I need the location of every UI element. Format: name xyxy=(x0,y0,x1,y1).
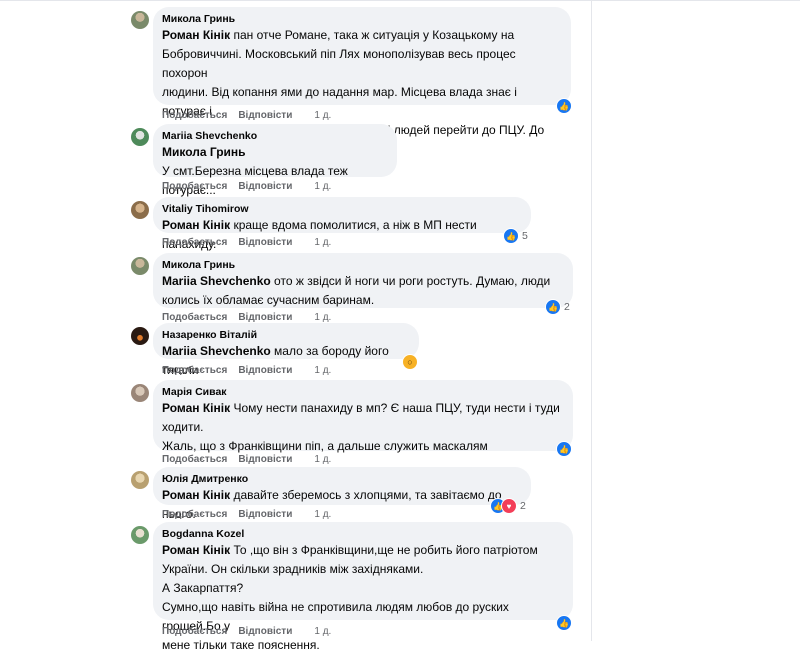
comment-actions: Подобається Відповісти 1 д. xyxy=(162,312,331,323)
like-button[interactable]: Подобається xyxy=(162,110,227,121)
avatar[interactable] xyxy=(131,201,149,219)
comment-author[interactable]: Марія Сивак xyxy=(162,386,563,399)
timestamp[interactable]: 1 д. xyxy=(314,110,331,121)
like-button[interactable]: Подобається xyxy=(162,237,227,248)
reply-button[interactable]: Відповісти xyxy=(238,454,292,465)
comment-bubble: Назаренко Віталій Mariia Shevchenko мало… xyxy=(153,323,419,377)
comment-bubble: Bogdanna Kozel Роман Кінік То ,що він з … xyxy=(153,522,573,652)
comment-author[interactable]: Назаренко Віталій xyxy=(162,329,409,342)
mention-link[interactable]: Роман Кінік xyxy=(162,218,230,232)
reaction-count: 2 xyxy=(564,301,570,313)
right-divider xyxy=(591,0,592,641)
avatar[interactable] xyxy=(131,327,149,345)
comment-actions: Подобається Відповісти 1 д. xyxy=(162,454,331,465)
like-button[interactable]: Подобається xyxy=(162,181,227,192)
comment-author[interactable]: Bogdanna Kozel xyxy=(162,528,563,541)
avatar[interactable] xyxy=(131,471,149,489)
comment-author[interactable]: Mariia Shevchenko xyxy=(162,130,387,143)
like-button[interactable]: Подобається xyxy=(162,365,227,376)
mention-link[interactable]: Роман Кінік xyxy=(162,28,230,42)
like-reaction-icon: 👍 xyxy=(545,299,561,315)
top-divider xyxy=(0,0,800,1)
reaction-summary[interactable]: 👍 ♥ 2 xyxy=(490,498,526,514)
love-reaction-icon: ♥ xyxy=(501,498,517,514)
reply-button[interactable]: Відповісти xyxy=(238,110,292,121)
comment-author[interactable]: Микола Гринь xyxy=(162,259,563,272)
reaction-summary[interactable]: 👍 xyxy=(556,98,572,114)
reaction-summary[interactable]: 👍 2 xyxy=(545,299,570,315)
comment-bubble: Марія Сивак Роман Кінік Чому нести панах… xyxy=(153,380,573,453)
like-reaction-icon: 👍 xyxy=(556,98,572,114)
comment-text: Роман Кінік То ,що він з Франківщини,ще … xyxy=(162,543,538,557)
reply-button[interactable]: Відповісти xyxy=(238,365,292,376)
mention-link[interactable]: Mariia Shevchenko xyxy=(162,344,271,358)
comment-line: А Закарпаття? xyxy=(162,581,244,595)
reply-button[interactable]: Відповісти xyxy=(238,509,292,520)
reaction-summary[interactable]: 👍 xyxy=(556,615,572,631)
like-button[interactable]: Подобається xyxy=(162,454,227,465)
mention-link[interactable]: Роман Кінік xyxy=(162,488,230,502)
avatar[interactable] xyxy=(131,384,149,402)
like-reaction-icon: 👍 xyxy=(503,228,519,244)
reply-button[interactable]: Відповісти xyxy=(238,312,292,323)
reaction-count: 5 xyxy=(522,230,528,242)
reply-button[interactable]: Відповісти xyxy=(238,181,292,192)
comment-bubble: Mariia Shevchenko Микола Гринь У смт.Бер… xyxy=(153,124,397,197)
like-reaction-icon: 👍 xyxy=(556,441,572,457)
comment-actions: Подобається Відповісти 1 д. xyxy=(162,626,331,637)
comment-text: Роман Кінік Чому нести панахиду в мп? Є … xyxy=(162,401,560,415)
comment-text: Микола Гринь xyxy=(162,143,387,162)
timestamp[interactable]: 1 д. xyxy=(314,626,331,637)
like-reaction-icon: 👍 xyxy=(556,615,572,631)
timestamp[interactable]: 1 д. xyxy=(314,312,331,323)
comment-bubble: Vitaliy Tihomirow Роман Кінік краще вдом… xyxy=(153,197,531,251)
reaction-summary[interactable]: ○ xyxy=(402,354,418,370)
avatar[interactable] xyxy=(131,128,149,146)
mention-link[interactable]: Микола Гринь xyxy=(162,145,246,159)
comment-actions: Подобається Відповісти 1 д. xyxy=(162,181,331,192)
wow-reaction-icon: ○ xyxy=(402,354,418,370)
timestamp[interactable]: 1 д. xyxy=(314,181,331,192)
mention-link[interactable]: Mariia Shevchenko xyxy=(162,274,271,288)
comment-bubble: Микола Гринь Роман Кінік пан отче Романе… xyxy=(153,7,571,175)
like-button[interactable]: Подобається xyxy=(162,312,227,323)
reaction-summary[interactable]: 👍 5 xyxy=(503,228,528,244)
comment-actions: Подобається Відповісти 1 д. xyxy=(162,110,331,121)
mention-link[interactable]: Роман Кінік xyxy=(162,543,230,557)
timestamp[interactable]: 1 д. xyxy=(314,454,331,465)
avatar[interactable] xyxy=(131,257,149,275)
timestamp[interactable]: 1 д. xyxy=(314,237,331,248)
timestamp[interactable]: 1 д. xyxy=(314,509,331,520)
comment-text: Роман Кінік краще вдома помолитися, а ні… xyxy=(162,218,477,251)
comment-text: Роман Кінік пан отче Романе, така ж ситу… xyxy=(162,28,515,42)
comment-actions: Подобається Відповісти 1 д. xyxy=(162,509,331,520)
comment-line: Бобровиччині. Московський піп Лях монопо… xyxy=(162,47,516,80)
mention-link[interactable]: Роман Кінік xyxy=(162,401,230,415)
comment-author[interactable]: Юлія Дмитренко xyxy=(162,473,521,486)
reply-button[interactable]: Відповісти xyxy=(238,237,292,248)
comment-line: мене тільки таке пояснення. xyxy=(162,638,320,652)
like-button[interactable]: Подобається xyxy=(162,626,227,637)
comment-text: Mariia Shevchenko ото ж звідси й ноги чи… xyxy=(162,274,551,288)
comment-line: України. Он скільки зрадників між західн… xyxy=(162,562,424,576)
timestamp[interactable]: 1 д. xyxy=(314,365,331,376)
comment-line: колись їх обламає сучасним баринам. xyxy=(162,293,375,307)
reply-button[interactable]: Відповісти xyxy=(238,626,292,637)
comment-actions: Подобається Відповісти 1 д. xyxy=(162,365,331,376)
comment-author[interactable]: Vitaliy Tihomirow xyxy=(162,203,521,216)
reaction-count: 2 xyxy=(520,500,526,512)
comment-author[interactable]: Микола Гринь xyxy=(162,13,561,26)
reaction-summary[interactable]: 👍 xyxy=(556,441,572,457)
comment-bubble: Юлія Дмитренко Роман Кінік давайте збере… xyxy=(153,467,531,521)
like-button[interactable]: Подобається xyxy=(162,509,227,520)
comment-line: ходити. xyxy=(162,420,204,434)
comment-bubble: Микола Гринь Mariia Shevchenko ото ж зві… xyxy=(153,253,573,308)
avatar[interactable] xyxy=(131,11,149,29)
comment-actions: Подобається Відповісти 1 д. xyxy=(162,237,331,248)
avatar[interactable] xyxy=(131,526,149,544)
